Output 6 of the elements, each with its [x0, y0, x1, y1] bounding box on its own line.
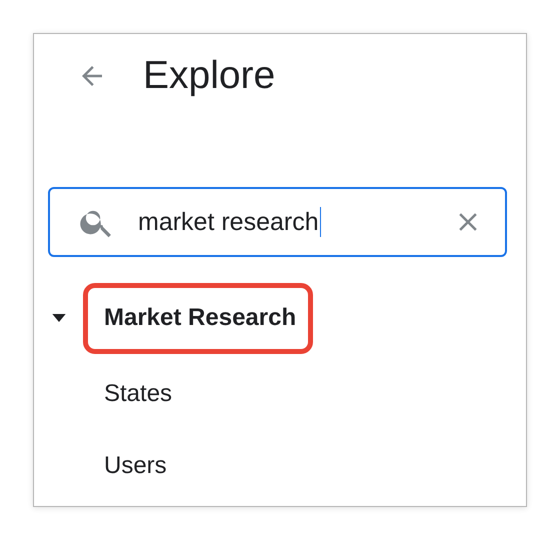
tree-item[interactable]: Users [104, 430, 167, 502]
caret-icon[interactable] [52, 314, 66, 322]
search-field[interactable]: market research [48, 187, 507, 257]
tree-item[interactable]: Market Research [83, 282, 314, 354]
page-title: Explore [143, 54, 276, 98]
tree-item[interactable]: States [104, 358, 172, 430]
